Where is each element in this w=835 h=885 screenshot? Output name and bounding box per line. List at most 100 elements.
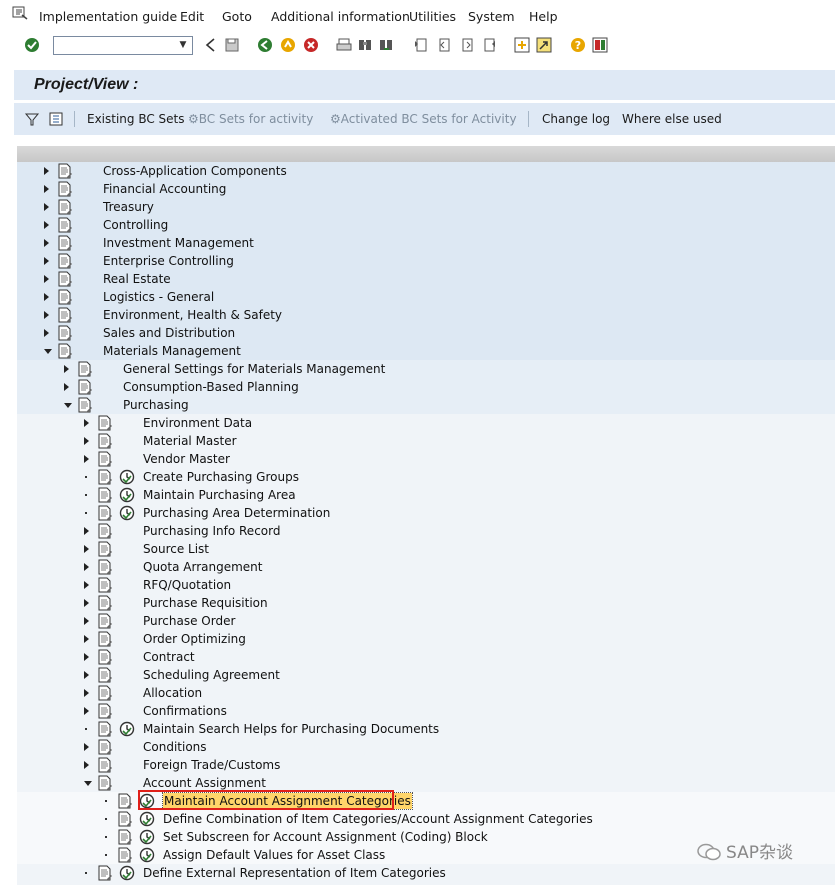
expand-arrow-icon[interactable]: [84, 581, 89, 589]
tree-node-cross-application-components[interactable]: Cross-Application Components: [17, 162, 835, 180]
collapse-arrow-icon[interactable]: [44, 349, 52, 354]
expand-arrow-icon[interactable]: [44, 329, 49, 337]
expand-arrow-icon[interactable]: [44, 239, 49, 247]
tree-node-define-external-representation-of-item-categories[interactable]: Define External Representation of Item C…: [17, 864, 835, 882]
shortcut-icon[interactable]: [536, 37, 552, 53]
activated-bc-sets-button[interactable]: ⚙Activated BC Sets for Activity: [330, 112, 517, 126]
print-icon[interactable]: [336, 37, 352, 53]
expand-arrow-icon[interactable]: [44, 167, 49, 175]
expand-arrow-icon[interactable]: [84, 743, 89, 751]
tree-node-materials-management[interactable]: Materials Management: [17, 342, 835, 360]
new-session-icon[interactable]: [514, 37, 530, 53]
documentation-icon[interactable]: [97, 649, 113, 665]
execute-activity-icon[interactable]: [139, 829, 155, 845]
tree-node-label[interactable]: Treasury: [103, 200, 154, 214]
expand-arrow-icon[interactable]: [44, 311, 49, 319]
tree-node-conditions[interactable]: Conditions: [17, 738, 835, 756]
expand-arrow-icon[interactable]: [44, 221, 49, 229]
tree-node-label[interactable]: Investment Management: [103, 236, 254, 250]
documentation-icon[interactable]: [117, 793, 133, 809]
documentation-icon[interactable]: [117, 847, 133, 863]
expand-arrow-icon[interactable]: [84, 707, 89, 715]
execute-activity-icon[interactable]: [139, 847, 155, 863]
enter-icon[interactable]: [24, 37, 40, 53]
expand-arrow-icon[interactable]: [84, 761, 89, 769]
tree-node-real-estate[interactable]: Real Estate: [17, 270, 835, 288]
expand-arrow-icon[interactable]: [44, 203, 49, 211]
chevron-down-icon[interactable]: ▼: [176, 38, 190, 53]
menu-help[interactable]: Help: [529, 9, 558, 24]
documentation-icon[interactable]: [97, 523, 113, 539]
documentation-icon[interactable]: [97, 721, 113, 737]
tree-node-material-master[interactable]: Material Master: [17, 432, 835, 450]
tree-node-purchasing-info-record[interactable]: Purchasing Info Record: [17, 522, 835, 540]
documentation-icon[interactable]: [117, 811, 133, 827]
tree-node-label[interactable]: Conditions: [143, 740, 207, 754]
documentation-icon[interactable]: [97, 775, 113, 791]
collapse-arrow-icon[interactable]: [84, 781, 92, 786]
tree-node-enterprise-controlling[interactable]: Enterprise Controlling: [17, 252, 835, 270]
expand-arrow-icon[interactable]: [44, 293, 49, 301]
tree-node-label[interactable]: Real Estate: [103, 272, 171, 286]
first-page-icon[interactable]: [413, 37, 429, 53]
tree-node-source-list[interactable]: Source List: [17, 540, 835, 558]
tree-node-sales-and-distribution[interactable]: Sales and Distribution: [17, 324, 835, 342]
documentation-icon[interactable]: [77, 361, 93, 377]
expand-arrow-icon[interactable]: [84, 617, 89, 625]
tree-node-order-optimizing[interactable]: Order Optimizing: [17, 630, 835, 648]
tree-node-purchasing-area-determination[interactable]: Purchasing Area Determination: [17, 504, 835, 522]
expand-arrow-icon[interactable]: [84, 689, 89, 697]
expand-arrow-icon[interactable]: [44, 185, 49, 193]
tree-node-allocation[interactable]: Allocation: [17, 684, 835, 702]
tree-node-label[interactable]: Source List: [143, 542, 209, 556]
documentation-icon[interactable]: [97, 739, 113, 755]
expand-arrow-icon[interactable]: [84, 653, 89, 661]
documentation-icon[interactable]: [57, 217, 73, 233]
tree-node-label[interactable]: Set Subscreen for Account Assignment (Co…: [163, 830, 488, 844]
tree-node-label[interactable]: Purchase Requisition: [143, 596, 268, 610]
back-icon[interactable]: [203, 37, 219, 53]
tree-node-label[interactable]: Create Purchasing Groups: [143, 470, 299, 484]
tree-node-label[interactable]: Assign Default Values for Asset Class: [163, 848, 385, 862]
tree-node-general-settings-for-materials-management[interactable]: General Settings for Materials Managemen…: [17, 360, 835, 378]
menu-edit[interactable]: Edit: [180, 9, 204, 24]
tree-node-label[interactable]: Environment Data: [143, 416, 252, 430]
next-page-icon[interactable]: [459, 37, 475, 53]
documentation-icon[interactable]: [97, 415, 113, 431]
documentation-icon[interactable]: [57, 235, 73, 251]
execute-activity-icon[interactable]: [119, 469, 135, 485]
documentation-icon[interactable]: [97, 451, 113, 467]
tree-node-logistics-general[interactable]: Logistics - General: [17, 288, 835, 306]
hierarchy-icon[interactable]: [48, 111, 64, 127]
customize-layout-icon[interactable]: [592, 37, 608, 53]
expand-arrow-icon[interactable]: [64, 383, 69, 391]
tree-node-rfq-quotation[interactable]: RFQ/Quotation: [17, 576, 835, 594]
documentation-icon[interactable]: [117, 829, 133, 845]
documentation-icon[interactable]: [57, 253, 73, 269]
menu-implementation-guide[interactable]: Implementation guide: [39, 9, 177, 24]
green-back-icon[interactable]: [257, 37, 273, 53]
documentation-icon[interactable]: [57, 289, 73, 305]
menu-icon[interactable]: [12, 6, 28, 20]
tree-node-label[interactable]: Maintain Purchasing Area: [143, 488, 296, 502]
documentation-icon[interactable]: [57, 343, 73, 359]
tree-node-consumption-based-planning[interactable]: Consumption-Based Planning: [17, 378, 835, 396]
tree-node-label[interactable]: Quota Arrangement: [143, 560, 262, 574]
tree-node-label[interactable]: Materials Management: [103, 344, 241, 358]
documentation-icon[interactable]: [97, 487, 113, 503]
collapse-arrow-icon[interactable]: [64, 403, 72, 408]
tree-node-purchasing[interactable]: Purchasing: [17, 396, 835, 414]
tree-node-foreign-trade-customs[interactable]: Foreign Trade/Customs: [17, 756, 835, 774]
expand-arrow-icon[interactable]: [84, 671, 89, 679]
documentation-icon[interactable]: [97, 685, 113, 701]
expand-arrow-icon[interactable]: [84, 599, 89, 607]
expand-arrow-icon[interactable]: [84, 563, 89, 571]
tree-node-contract[interactable]: Contract: [17, 648, 835, 666]
tree-node-label[interactable]: Define External Representation of Item C…: [143, 866, 446, 880]
documentation-icon[interactable]: [97, 469, 113, 485]
tree-node-label[interactable]: Purchasing: [123, 398, 189, 412]
expand-arrow-icon[interactable]: [84, 419, 89, 427]
menu-system[interactable]: System: [468, 9, 515, 24]
execute-activity-icon[interactable]: [119, 721, 135, 737]
find-icon[interactable]: [357, 37, 373, 53]
